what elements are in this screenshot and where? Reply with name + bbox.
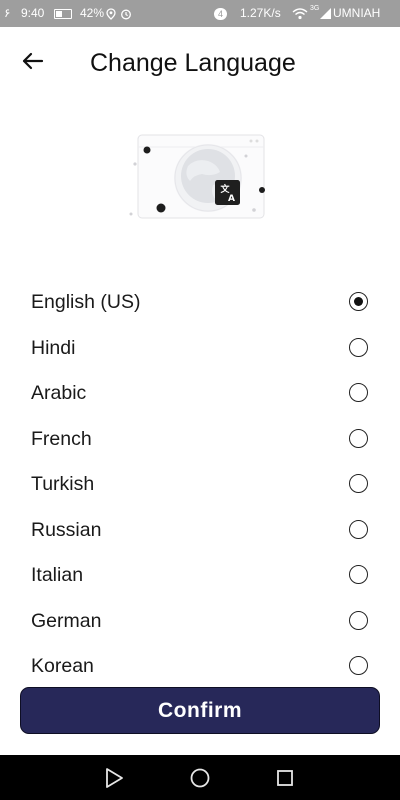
wifi-icon	[292, 0, 308, 27]
carrier-name: UMNIAH	[333, 6, 381, 20]
language-option-hindi[interactable]: Hindi	[0, 326, 400, 370]
status-time: 9:40	[21, 6, 45, 20]
radio-button[interactable]	[349, 337, 368, 357]
radio-button[interactable]	[349, 383, 368, 402]
nav-recents-button[interactable]	[272, 765, 298, 791]
globe-translate-icon: 文 A	[129, 134, 265, 219]
system-navigation-bar	[0, 755, 400, 800]
signal-icon	[320, 0, 331, 27]
battery-icon	[51, 0, 75, 27]
language-label: German	[31, 609, 102, 632]
language-option-russian[interactable]: Russian	[0, 508, 400, 552]
confirm-button[interactable]: Confirm	[20, 687, 380, 734]
radio-button[interactable]	[349, 519, 368, 539]
alarm-icon	[120, 0, 132, 27]
status-carrier-glyph: ۶	[4, 6, 11, 20]
language-option-french[interactable]: French	[0, 417, 400, 461]
network-type: 3G	[310, 5, 320, 12]
language-label: Turkish	[31, 473, 95, 495]
language-option-korean[interactable]: Korean	[0, 644, 400, 688]
radio-button[interactable]	[349, 474, 368, 493]
arrow-left-icon	[22, 52, 44, 70]
language-label: English (US)	[31, 291, 141, 313]
radio-button[interactable]	[349, 610, 368, 630]
language-label: Italian	[31, 564, 84, 586]
square-recents-icon	[277, 770, 293, 786]
radio-button[interactable]	[349, 428, 368, 448]
battery-level: 42%	[80, 6, 105, 20]
page-title: Change Language	[90, 49, 296, 77]
nav-home-button[interactable]	[187, 765, 213, 791]
status-bar: ۶ 9:40 42% 4 1.27K/s 3G UMNIAH	[0, 0, 400, 27]
svg-text:A: A	[228, 194, 235, 204]
language-label: Russian	[31, 518, 102, 541]
radio-button-selected[interactable]	[349, 292, 368, 311]
language-option-turkish[interactable]: Turkish	[0, 462, 400, 506]
radio-button[interactable]	[349, 656, 368, 675]
language-option-german[interactable]: German	[0, 599, 400, 643]
network-speed: 1.27K/s	[240, 6, 281, 20]
language-option-arabic[interactable]: Arabic	[0, 371, 400, 415]
language-label: Hindi	[31, 336, 76, 359]
triangle-back-icon	[106, 768, 123, 788]
circle-home-icon	[190, 768, 210, 788]
notification-count-badge: 4	[214, 7, 228, 20]
language-option-english-us[interactable]: English (US)	[0, 280, 400, 324]
language-label: French	[31, 427, 92, 450]
language-illustration: 文 A	[124, 130, 274, 226]
location-icon	[106, 0, 116, 27]
radio-button[interactable]	[349, 565, 368, 584]
language-label: Arabic	[31, 382, 87, 404]
language-label: Korean	[31, 655, 94, 677]
header: Change Language	[0, 27, 400, 97]
back-button[interactable]	[18, 47, 50, 77]
nav-back-button[interactable]	[101, 765, 127, 791]
language-option-italian[interactable]: Italian	[0, 553, 400, 597]
